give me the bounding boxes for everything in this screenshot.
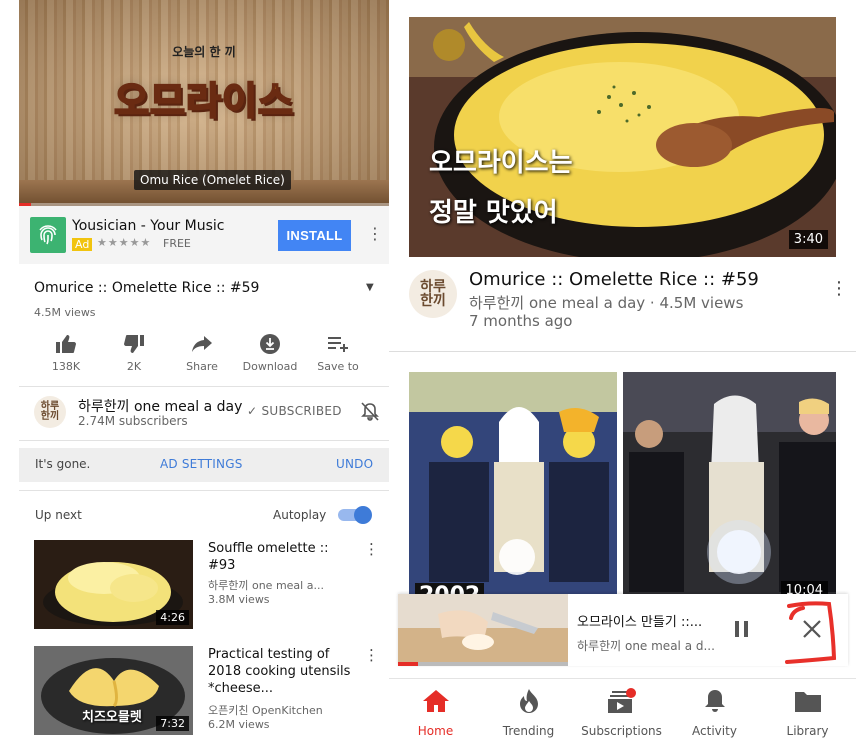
thumbnail-overlay-text-2: 정말 맛있어 <box>429 198 558 228</box>
channel-subscribers: 2.74M subscribers <box>78 414 188 428</box>
nav-library-label: Library <box>786 724 829 738</box>
nav-activity[interactable]: Activity <box>668 687 761 738</box>
up-next-title: Practical testing of 2018 cooking utensi… <box>208 647 351 696</box>
up-next-label: Up next <box>35 508 82 522</box>
download-icon <box>235 333 305 355</box>
video-big-title: 오므라이스 <box>113 78 294 124</box>
mini-player-thumbnail[interactable] <box>398 594 568 666</box>
channel-avatar[interactable]: 하루 한끼 <box>34 396 66 428</box>
channel-avatar[interactable]: 하루 한끼 <box>409 270 457 318</box>
more-icon[interactable]: ⋮ <box>364 646 379 664</box>
like-button[interactable]: 138K <box>31 333 101 373</box>
flame-icon <box>482 687 575 715</box>
channel-name[interactable]: 하루한끼 one meal a day <box>78 396 242 416</box>
expand-description-icon[interactable]: ▼ <box>366 282 374 293</box>
undo-link[interactable]: UNDO <box>336 457 373 471</box>
divider <box>19 440 389 441</box>
save-to-label: Save to <box>317 360 359 373</box>
video-small-title: 오늘의 한 끼 <box>172 45 236 59</box>
nav-trending-label: Trending <box>502 724 555 738</box>
dislike-button[interactable]: 2K <box>99 333 169 373</box>
nav-subscriptions-label: Subscriptions <box>581 724 662 738</box>
share-button[interactable]: Share <box>167 333 237 373</box>
ad-price: FREE <box>163 237 191 250</box>
ad-settings-link[interactable]: AD SETTINGS <box>160 457 243 471</box>
divider <box>19 490 389 491</box>
subscribed-label: SUBSCRIBED <box>261 404 342 418</box>
autoplay-label: Autoplay <box>273 508 327 522</box>
pause-icon[interactable] <box>734 620 750 642</box>
notifications-off-icon[interactable] <box>361 402 379 426</box>
fingerprint-icon <box>30 217 66 253</box>
ad-rating-stars: ★★★★★ <box>97 236 152 249</box>
subscriptions-icon <box>575 687 668 715</box>
feed-video-title[interactable]: Omurice :: Omelette Rice :: #59 <box>469 269 759 290</box>
thumbs-down-icon <box>99 333 169 355</box>
video-thumbnail[interactable]: 2002 10:04 <box>409 372 836 608</box>
nav-home-label: Home <box>417 724 454 738</box>
up-next-views: 6.2M views <box>208 718 270 731</box>
check-icon: ✓ <box>247 404 258 418</box>
red-annotation-mark <box>779 600 839 674</box>
video-thumbnail[interactable]: 오므라이스는 정말 맛있어 3:40 <box>409 17 836 257</box>
video-title: Omurice :: Omelette Rice :: #59 <box>34 280 260 296</box>
up-next-channel: 하루한끼 one meal a... <box>208 579 324 592</box>
left-phone-screen: 오늘의 한 끼 오므라이스 Omu Rice (Omelet Rice) You… <box>19 0 389 742</box>
bottom-navigation: Home Trending Subscriptions Activity Lib… <box>389 678 856 742</box>
list-item[interactable]: 치즈오믈렛 7:32 Practical testing of 2018 coo… <box>34 646 379 738</box>
share-icon <box>167 333 237 355</box>
home-icon <box>389 687 482 715</box>
video-caption: Omu Rice (Omelet Rice) <box>134 170 291 190</box>
list-item[interactable]: 4:26 Souffle omelette :: #93 하루한끼 one me… <box>34 540 379 632</box>
thumbs-up-icon <box>31 333 101 355</box>
ad-more-icon[interactable]: ⋮ <box>367 224 383 243</box>
nav-home[interactable]: Home <box>389 687 482 738</box>
like-count: 138K <box>51 360 81 373</box>
up-next-channel: 오픈키친 OpenKitchen <box>208 704 323 717</box>
dislike-count: 2K <box>126 360 142 373</box>
subscribed-button[interactable]: ✓ SUBSCRIBED <box>247 404 342 418</box>
right-phone-screen: 오므라이스는 정말 맛있어 3:40 하루 한끼 Omurice :: Omele… <box>389 0 856 742</box>
nav-activity-label: Activity <box>692 724 737 738</box>
ad-removed-bar: It's gone. AD SETTINGS UNDO <box>19 448 389 482</box>
thumbnail-overlay-text: 치즈오믈렛 <box>82 710 142 725</box>
more-icon[interactable]: ⋮ <box>364 540 379 558</box>
toggle-knob <box>354 506 372 524</box>
up-next-views: 3.8M views <box>208 593 270 606</box>
video-views: 4.5M views <box>34 306 96 319</box>
folder-icon <box>761 687 854 715</box>
more-icon[interactable]: ⋮ <box>830 278 848 299</box>
playlist-add-icon <box>303 333 373 355</box>
bell-icon <box>668 687 761 715</box>
video-thumbnail[interactable]: 4:26 <box>34 540 193 629</box>
ad-badge: Ad <box>72 238 93 251</box>
video-player[interactable]: 오늘의 한 끼 오므라이스 Omu Rice (Omelet Rice) <box>19 0 389 206</box>
share-label: Share <box>186 360 218 373</box>
install-button[interactable]: INSTALL <box>278 220 351 251</box>
nav-library[interactable]: Library <box>761 687 854 738</box>
thumbnail-overlay-text-1: 오므라이스는 <box>429 148 573 178</box>
ad-banner[interactable]: Yousician - Your Music Ad ★★★★★ FREE INS… <box>19 206 389 264</box>
video-duration: 4:26 <box>156 610 189 625</box>
autoplay-toggle[interactable] <box>338 506 372 524</box>
nav-trending[interactable]: Trending <box>482 687 575 738</box>
feed-video-meta: 하루한끼 one meal a day · 4.5M views <box>469 294 744 312</box>
download-button[interactable]: Download <box>235 333 305 373</box>
save-to-button[interactable]: Save to <box>303 333 373 373</box>
ad-removed-text: It's gone. <box>35 457 91 471</box>
mini-player-title: 오므라이스 만들기 ::... <box>577 615 703 630</box>
download-label: Download <box>242 360 298 373</box>
mini-player-channel: 하루한끼 one meal a d... <box>577 639 715 653</box>
divider <box>19 386 389 387</box>
divider <box>389 351 856 352</box>
feed-video-age: 7 months ago <box>469 312 573 330</box>
video-thumbnail[interactable]: 치즈오믈렛 7:32 <box>34 646 193 735</box>
ad-title: Yousician - Your Music <box>72 218 225 234</box>
video-duration: 7:32 <box>156 716 189 731</box>
nav-subscriptions[interactable]: Subscriptions <box>575 687 668 738</box>
video-actions: 138K 2K Share Download Save to <box>34 333 379 377</box>
video-duration: 3:40 <box>788 230 828 249</box>
up-next-title: Souffle omelette :: #93 <box>208 541 329 573</box>
